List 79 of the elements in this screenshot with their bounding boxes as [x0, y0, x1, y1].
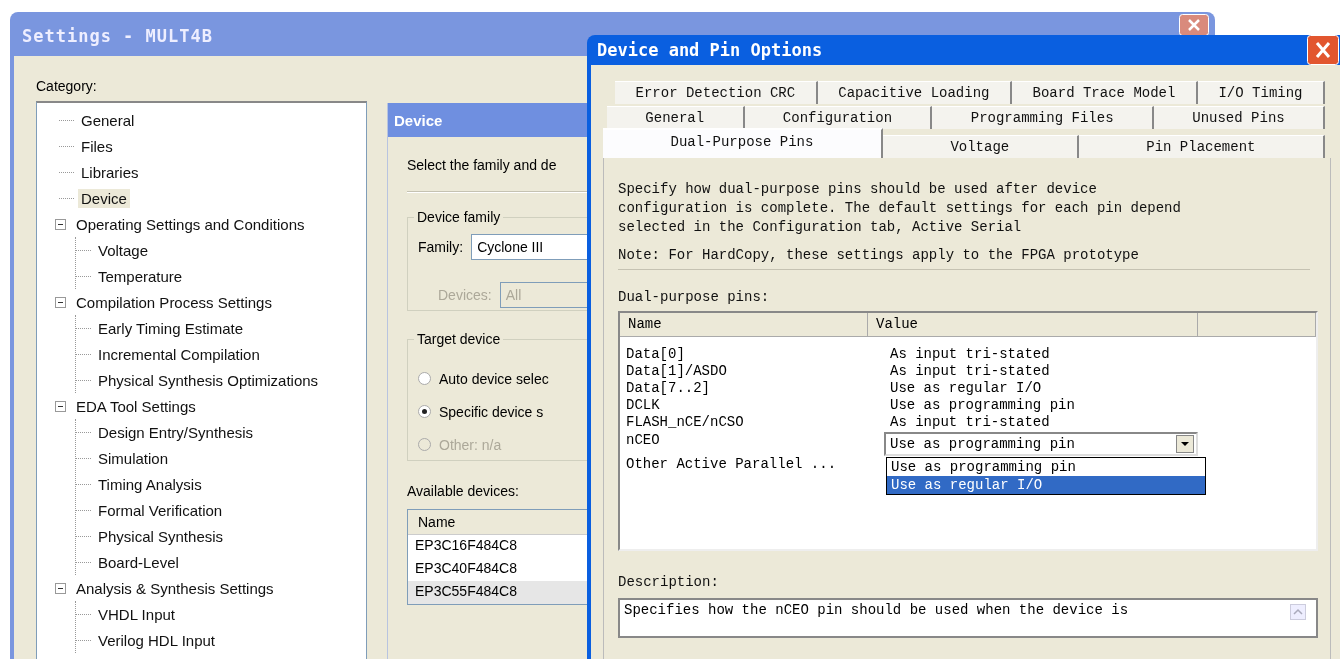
collapse-icon[interactable]: [55, 296, 66, 308]
tree-item[interactable]: Analysis & Synthesis Settings: [73, 578, 277, 598]
radio-icon[interactable]: [418, 372, 431, 385]
list-row[interactable]: EP3C40F484C8: [408, 558, 588, 581]
intro-text: Specify how dual-purpose pins should be used after device configuration is complete. The default settings for each pin depend selected in the Configuration tab, Active Serial: [618, 180, 1182, 237]
close-icon[interactable]: [1307, 35, 1339, 65]
field-label: Family:: [418, 239, 464, 255]
table-cell-text: Use as regular I/O: [889, 380, 1043, 397]
tree-item[interactable]: Operating Settings and Conditions: [73, 214, 308, 234]
note-text: Note: For HardCopy, these settings apply to the FPGA prototype: [618, 246, 1140, 265]
column-header[interactable]: Name: [620, 313, 868, 337]
tab[interactable]: Programming Files: [932, 106, 1154, 129]
close-icon[interactable]: [1179, 14, 1209, 36]
tab[interactable]: General: [607, 106, 745, 129]
tab[interactable]: Dual-Purpose Pins: [603, 128, 883, 158]
list-label: Available devices:: [407, 483, 520, 499]
panel-header: Device: [388, 103, 588, 137]
tab[interactable]: Board Trace Model: [1012, 81, 1198, 104]
tree-item[interactable]: Board-Level: [95, 552, 182, 572]
dropdown-option[interactable]: Use as programming pin: [887, 458, 1205, 476]
radio-icon[interactable]: [418, 405, 431, 418]
tab[interactable]: I/O Timing: [1197, 81, 1326, 104]
collapse-icon[interactable]: [55, 582, 66, 594]
table-cell-text: DCLK: [625, 397, 661, 414]
tree-item[interactable]: Incremental Compilation: [95, 344, 263, 364]
table-cell-text: Data[1]/ASDO: [625, 363, 728, 380]
tree-item[interactable]: Formal Verification: [95, 500, 226, 520]
tab[interactable]: Unused Pins: [1153, 106, 1326, 129]
tree-item[interactable]: Temperature: [95, 266, 186, 286]
category-label: Category:: [36, 78, 98, 94]
table-cell-text: FLASH_nCE/nCSO: [625, 414, 745, 431]
tree-item[interactable]: Simulation: [95, 448, 172, 468]
tab[interactable]: Capacitive Loading: [817, 81, 1013, 104]
description-label: Description:: [618, 573, 720, 592]
tree-item[interactable]: Device: [78, 188, 130, 208]
window-title: Settings - MULT4B: [22, 26, 213, 46]
table-cell-text: Use as programming pin: [889, 397, 1076, 414]
description-text: Specifies how the nCEO pin should be used when the device is: [624, 602, 1129, 618]
tree-item[interactable]: Early Timing Estimate: [95, 318, 247, 338]
tree-item[interactable]: EDA Tool Settings: [73, 396, 199, 416]
family-field[interactable]: Cyclone III: [471, 234, 588, 260]
list-row[interactable]: EP3C16F484C8: [408, 535, 588, 558]
tree-item[interactable]: Compilation Process Settings: [73, 292, 275, 312]
dropdown-option[interactable]: Use as regular I/O: [887, 476, 1205, 494]
tab[interactable]: Voltage: [882, 135, 1079, 158]
tree-item[interactable]: Physical Synthesis Optimizations: [95, 370, 322, 390]
table-cell-text: nCEO: [625, 432, 661, 450]
window-title: Device and Pin Options: [597, 40, 823, 60]
collapse-icon[interactable]: [55, 400, 66, 412]
tree-item[interactable]: Libraries: [78, 162, 142, 182]
tree-item[interactable]: Design Entry/Synthesis: [95, 422, 257, 442]
table-cell-text: Data[0]: [625, 346, 686, 363]
value-dropdown[interactable]: Use as programming pin: [884, 432, 1198, 456]
tree-item[interactable]: VHDL Input: [95, 604, 178, 624]
tree-item[interactable]: Voltage: [95, 240, 152, 260]
tree-item[interactable]: General: [78, 110, 138, 130]
tab[interactable]: Error Detection CRC: [615, 81, 818, 104]
table-cell-text: Other Active Parallel ...: [625, 456, 838, 473]
group-label: Device family: [414, 209, 504, 225]
tab[interactable]: Pin Placement: [1078, 135, 1325, 158]
column-header[interactable]: Value: [868, 313, 1198, 337]
radio-option[interactable]: Auto device selec: [418, 362, 588, 395]
table-label: Dual-purpose pins:: [618, 288, 771, 307]
table-cell-text: As input tri-stated: [889, 363, 1051, 380]
group-label: Target device: [414, 331, 504, 347]
tree-item[interactable]: Physical Synthesis: [95, 526, 227, 546]
table-cell-text: As input tri-stated: [889, 346, 1051, 363]
intro-text: Select the family and de: [407, 157, 558, 173]
table-cell-text: Data[7..2]: [625, 380, 711, 397]
collapse-icon[interactable]: [55, 218, 66, 230]
field-label: Devices:: [438, 287, 492, 303]
tree-item[interactable]: Verilog HDL Input: [95, 630, 218, 650]
column-header[interactable]: Name: [408, 510, 588, 535]
radio-option[interactable]: Specific device s: [418, 395, 588, 428]
tree-item[interactable]: Timing Analysis: [95, 474, 205, 494]
tree-item[interactable]: Files: [78, 136, 116, 156]
tab[interactable]: Configuration: [744, 106, 933, 129]
table-cell-text: As input tri-stated: [889, 414, 1051, 431]
list-row[interactable]: EP3C55F484C8: [408, 581, 588, 604]
